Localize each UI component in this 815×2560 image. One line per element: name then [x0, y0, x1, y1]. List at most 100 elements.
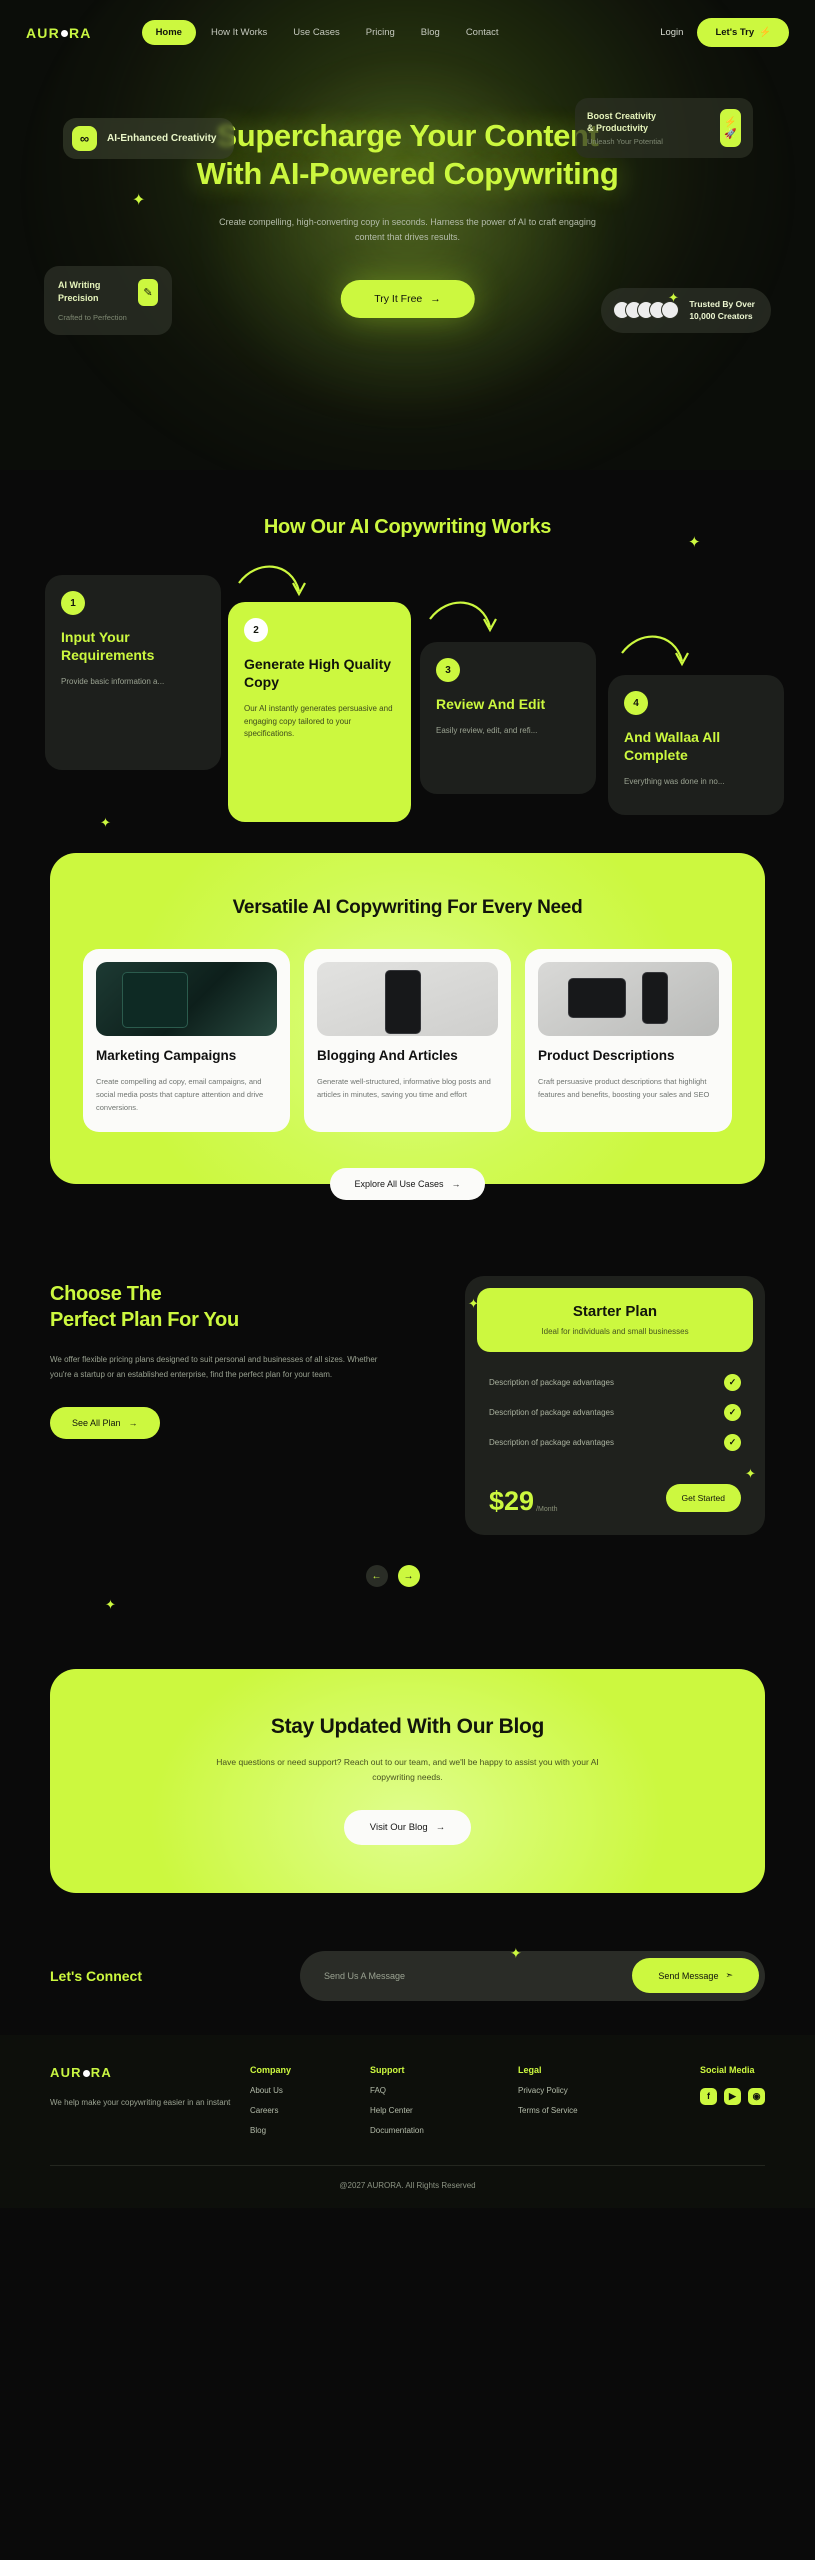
- use-case-card-product[interactable]: Product Descriptions Craft persuasive pr…: [525, 949, 732, 1133]
- plan-footer: $29 /Month Get Started: [477, 1470, 753, 1523]
- footer-link-terms-of-service[interactable]: Terms of Service: [518, 2106, 666, 2115]
- get-started-button[interactable]: Get Started: [665, 1484, 741, 1513]
- use-cases-panel: Versatile AI Copywriting For Every Need …: [50, 853, 765, 1185]
- lets-try-button[interactable]: Let's Try ⚡: [697, 18, 789, 47]
- message-input[interactable]: [306, 1970, 633, 1981]
- try-it-free-button[interactable]: Try It Free →: [340, 280, 475, 319]
- nav-item-blog[interactable]: Blog: [410, 21, 451, 44]
- avatar: [661, 301, 680, 320]
- logo[interactable]: AUR RA: [26, 25, 92, 41]
- logo-dot-icon: [82, 2069, 90, 2077]
- use-cases-card-list: Marketing Campaigns Create compelling ad…: [50, 949, 765, 1133]
- use-case-card-blogging[interactable]: Blogging And Articles Generate well-stru…: [304, 949, 511, 1133]
- footer-heading-support: Support: [370, 2064, 405, 2075]
- blog-cta-panel: Stay Updated With Our Blog Have question…: [50, 1669, 765, 1893]
- instagram-icon[interactable]: ◉: [748, 2087, 765, 2105]
- plan-price: $29: [489, 1486, 535, 1517]
- trusted-line1: Trusted By Over: [689, 299, 755, 310]
- plan-period: /Month: [536, 1506, 558, 1514]
- visit-our-blog-button[interactable]: Visit Our Blog →: [343, 1809, 472, 1845]
- use-cases-section: Versatile AI Copywriting For Every Need …: [0, 853, 815, 1234]
- how-it-works-title: How Our AI Copywriting Works: [263, 516, 552, 538]
- step-title: Input Your Requirements: [61, 629, 155, 663]
- carousel-next-button[interactable]: →: [397, 1565, 420, 1588]
- infinity-icon: ∞: [72, 126, 97, 151]
- footer-link-blog[interactable]: Blog: [250, 2126, 370, 2135]
- step-arrow-3-icon: [621, 635, 689, 667]
- pricing-intro: Choose The Perfect Plan For You We offer…: [50, 1276, 385, 1535]
- step-number: 4: [624, 691, 648, 715]
- footer-link-help-center[interactable]: Help Center: [370, 2106, 518, 2115]
- footer-link-about-us[interactable]: About Us: [250, 2086, 370, 2095]
- footer-heading-company: Company: [250, 2064, 292, 2075]
- phone-on-desk-photo: [538, 962, 719, 1036]
- plan-feature-row: Description of package advantages ✓: [489, 1374, 741, 1392]
- pricing-section: Choose The Perfect Plan For You We offer…: [0, 1234, 815, 1627]
- footer: AUR RA We help make your copywriting easi…: [0, 2034, 815, 2208]
- footer-link-privacy-policy[interactable]: Privacy Policy: [518, 2086, 666, 2095]
- step-number: 3: [436, 658, 460, 682]
- footer-link-documentation[interactable]: Documentation: [370, 2126, 518, 2135]
- hand-holding-phone-photo: [317, 962, 498, 1036]
- step-title: Review And Edit: [436, 696, 546, 712]
- login-link[interactable]: Login: [660, 27, 683, 38]
- carousel-prev-button[interactable]: ←: [365, 1565, 388, 1588]
- footer-logo-text-b: RA: [90, 2064, 112, 2080]
- sparkle-icon: ✦: [132, 192, 146, 209]
- logo-text-b: RA: [68, 24, 92, 41]
- ai-enhanced-creativity-label: AI-Enhanced Creativity: [107, 133, 217, 144]
- use-case-card-marketing[interactable]: Marketing Campaigns Create compelling ad…: [83, 949, 290, 1133]
- plan-header: Starter Plan Ideal for individuals and s…: [477, 1288, 753, 1353]
- plan-feature-row: Description of package advantages ✓: [489, 1434, 741, 1452]
- logo-dot-icon: [60, 30, 68, 37]
- footer-brand: AUR RA We help make your copywriting easi…: [50, 2065, 250, 2135]
- blog-cta-section: Stay Updated With Our Blog Have question…: [0, 1627, 815, 1933]
- step-card-1[interactable]: 1 Input Your Requirements Provide basic …: [45, 575, 221, 770]
- check-icon: ✓: [724, 1404, 741, 1422]
- explore-all-use-cases-button[interactable]: Explore All Use Cases →: [330, 1168, 485, 1201]
- step-description: Easily review, edit, and refi...: [436, 725, 538, 735]
- step-card-3[interactable]: 3 Review And Edit Easily review, edit, a…: [420, 642, 596, 794]
- explore-label: Explore All Use Cases: [354, 1179, 444, 1190]
- step-card-4[interactable]: 4 And Wallaa All Complete Everything was…: [608, 675, 784, 815]
- footer-column-support: Support FAQ Help Center Documentation: [370, 2065, 518, 2135]
- send-message-button[interactable]: Send Message ➣: [632, 1958, 759, 1994]
- arrow-right-icon: →: [403, 1570, 414, 1582]
- nav-item-use-cases[interactable]: Use Cases: [282, 21, 350, 44]
- arrow-right-icon: →: [451, 1179, 461, 1190]
- logo-text-a: AUR: [26, 24, 60, 41]
- sparkle-icon: ✦: [105, 1597, 116, 1613]
- use-cases-title: Versatile AI Copywriting For Every Need: [232, 897, 583, 918]
- explore-use-cases-wrap: Explore All Use Cases →: [0, 1168, 815, 1201]
- use-case-title: Blogging And Articles: [317, 1048, 458, 1063]
- trusted-line2: 10,000 Creators: [689, 311, 753, 322]
- lightning-icon: ⚡: [759, 27, 771, 38]
- lightning-rocket-icon: ⚡ 🚀: [720, 109, 741, 147]
- use-case-description: Create compelling ad copy, email campaig…: [96, 1076, 264, 1112]
- footer-logo[interactable]: AUR RA: [50, 2065, 250, 2080]
- footer-tagline: We help make your copywriting easier in …: [50, 2097, 231, 2107]
- plan-feature-row: Description of package advantages ✓: [489, 1404, 741, 1422]
- use-case-description: Generate well-structured, informative bl…: [317, 1076, 491, 1099]
- top-navigation: AUR RA Home How It Works Use Cases Pricin…: [0, 0, 815, 47]
- youtube-icon[interactable]: ▶: [724, 2087, 741, 2105]
- arrow-right-icon: →: [430, 293, 441, 306]
- see-all-plan-button[interactable]: See All Plan →: [50, 1406, 160, 1439]
- visit-blog-label: Visit Our Blog: [369, 1821, 428, 1833]
- ai-enhanced-creativity-badge[interactable]: ∞ AI-Enhanced Creativity: [63, 118, 235, 159]
- footer-link-careers[interactable]: Careers: [250, 2106, 370, 2115]
- nav-item-home[interactable]: Home: [141, 20, 196, 45]
- nav-item-contact[interactable]: Contact: [455, 21, 510, 44]
- step-card-2[interactable]: 2 Generate High Quality Copy Our AI inst…: [228, 602, 411, 822]
- footer-column-company: Company About Us Careers Blog: [250, 2065, 370, 2135]
- paper-plane-icon: ➣: [725, 1970, 733, 1981]
- nav-links: Home How It Works Use Cases Pricing Blog…: [141, 20, 510, 45]
- check-icon: ✓: [724, 1434, 741, 1452]
- nav-item-pricing[interactable]: Pricing: [355, 21, 406, 44]
- facebook-icon[interactable]: f: [700, 2087, 717, 2105]
- nav-item-how-it-works[interactable]: How It Works: [200, 21, 278, 44]
- footer-link-faq[interactable]: FAQ: [370, 2086, 518, 2095]
- step-description: Everything was done in no...: [624, 776, 725, 786]
- pricing-description: We offer flexible pricing plans designed…: [50, 1355, 378, 1380]
- use-case-title: Product Descriptions: [538, 1048, 675, 1063]
